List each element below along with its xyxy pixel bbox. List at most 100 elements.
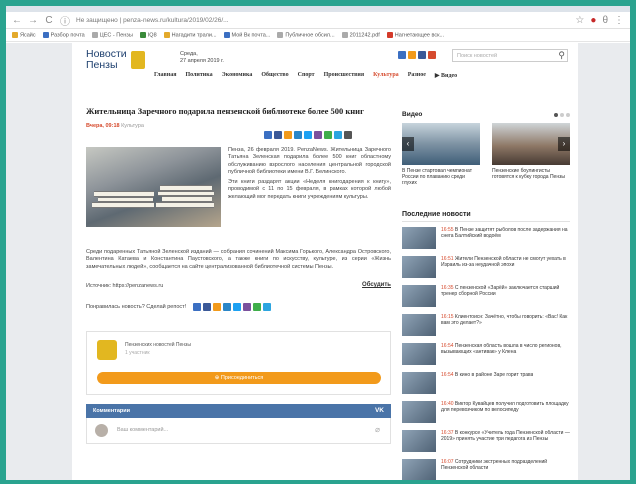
reload-icon[interactable]: C (44, 15, 54, 26)
nav-society[interactable]: Общество (261, 72, 288, 79)
bookmark-icon (341, 31, 348, 38)
print-icon[interactable] (344, 131, 352, 139)
back-icon[interactable]: ← (12, 15, 22, 26)
comment-input[interactable]: Ваш комментарий... (117, 427, 168, 433)
discuss-link[interactable]: Обсудить (362, 282, 391, 288)
video-heading: Видео (402, 111, 570, 119)
bookmark-6[interactable]: Мой Вк почта... (223, 31, 270, 38)
coat-of-arms-icon (130, 51, 145, 69)
video-caption[interactable]: В Пензе стартовал чемпионат России по пл… (402, 168, 480, 186)
nav-politics[interactable]: Политика (185, 72, 212, 79)
ok-share-icon[interactable] (213, 303, 222, 311)
avatar (95, 424, 108, 437)
list-item[interactable]: 16:55 В Пензе защитят рыболов после заде… (402, 227, 570, 253)
bookmark-icon (139, 31, 146, 38)
bookmark-3[interactable]: ЦЕС - Пензы (91, 31, 133, 38)
article-photo (86, 147, 221, 227)
header-social-links (398, 51, 436, 59)
vk-share-icon[interactable] (264, 131, 272, 139)
nav-video[interactable]: ▶ Видео (435, 72, 457, 79)
vk-share-icon[interactable] (193, 303, 202, 311)
bookmark-7[interactable]: Публичное обсил... (277, 31, 335, 38)
group-members: 1 участник (125, 350, 150, 356)
group-name[interactable]: Пензенских новостей Пензы (125, 342, 191, 348)
news-thumbnail (402, 314, 436, 336)
search-input[interactable]: Поиск новостей ⚲ (452, 49, 568, 62)
video-caption[interactable]: Пензенские боулингисты готовятся к кубку… (492, 168, 570, 180)
profile-icon[interactable]: θ (602, 15, 608, 26)
list-item[interactable]: 16:15 Клиентоисн: Зачётно, чтобы говорит… (402, 314, 570, 340)
twitter-share-icon[interactable] (304, 131, 312, 139)
bookmark-9[interactable]: Нагнетающее вск... (386, 31, 444, 38)
chevron-left-icon[interactable]: ‹ (402, 137, 414, 151)
share-icons-top (264, 131, 352, 139)
site-logo[interactable]: Новости Пензы (86, 49, 145, 71)
list-item[interactable]: 16:54 Пензенская область вошла в число р… (402, 343, 570, 369)
vk-icon[interactable] (398, 51, 406, 59)
list-item[interactable]: 16:37 В конкурсе «Учитель года Пензенско… (402, 430, 570, 456)
news-thumbnail (402, 343, 436, 365)
nav-home[interactable]: Главная (154, 72, 176, 79)
carousel-dot[interactable] (560, 113, 564, 117)
bookmark-icon (277, 31, 284, 38)
carousel-dot[interactable] (554, 113, 558, 117)
bookmark-8[interactable]: 2011242.pdf (341, 31, 380, 38)
url-field[interactable]: Не защищено | penza-news.ru/kultura/2019… (76, 17, 569, 24)
facebook-share-icon[interactable] (274, 131, 282, 139)
list-item[interactable]: 16:54 В кино в районе Заре горит трава (402, 372, 570, 398)
nav-sport[interactable]: Спорт (298, 72, 315, 79)
carousel-dot[interactable] (566, 113, 570, 117)
facebook-share-icon[interactable] (203, 303, 212, 311)
news-thumbnail (402, 285, 436, 307)
vk-logo-icon: VK (374, 407, 384, 414)
nav-misc[interactable]: Разное (408, 72, 426, 79)
telegram-share-icon[interactable] (263, 303, 272, 311)
whatsapp-share-icon[interactable] (324, 131, 332, 139)
ok-share-icon[interactable] (284, 131, 292, 139)
bookmarks-bar: Ясайс Разбор почта ЦЕС - Пензы IQ8 Нагад… (6, 29, 630, 42)
news-thumbnail (402, 256, 436, 278)
menu-icon[interactable]: ⋮ (614, 15, 624, 26)
article-meta: Вчера, 09:18 Культура (86, 123, 391, 129)
search-icon[interactable]: ⚲ (558, 50, 565, 61)
viber-share-icon[interactable] (314, 131, 322, 139)
list-item[interactable]: 16:51 Жители Пензенской области не смогу… (402, 256, 570, 282)
forward-icon[interactable]: → (28, 15, 38, 26)
bookmark-4[interactable]: IQ8 (139, 31, 157, 38)
list-item[interactable]: 16:40 Виктор Кувайцев получил подготовит… (402, 401, 570, 427)
whatsapp-share-icon[interactable] (253, 303, 262, 311)
bookmark-icon (223, 31, 230, 38)
nav-incidents[interactable]: Происшествия (324, 72, 364, 79)
twitter-share-icon[interactable] (233, 303, 242, 311)
viber-share-icon[interactable] (243, 303, 252, 311)
star-icon[interactable]: ☆ (575, 15, 584, 26)
nav-culture[interactable]: Культура (373, 72, 399, 79)
page-content: Жительница Заречного подарила пензенской… (72, 93, 578, 480)
bookmark-5[interactable]: Нагадити трали... (163, 31, 217, 38)
attach-icon[interactable]: ⌀ (375, 425, 380, 434)
youtube-icon[interactable] (428, 51, 436, 59)
join-button[interactable]: ⊕ Присоединиться (97, 372, 381, 384)
news-thumbnail (402, 430, 436, 452)
sidebar: Видео ‹ › В Пензе стартовал чемпионат Ро… (402, 111, 570, 480)
facebook-icon[interactable] (418, 51, 426, 59)
list-item[interactable]: 16:07 Сотрудники экстренных подразделени… (402, 459, 570, 480)
article-title: Жительница Заречного подарила пензенской… (86, 106, 364, 116)
article-lead: Пенза, 26 февраля 2019. PenzaNews. Жител… (228, 147, 391, 200)
list-item[interactable]: 16:35 С пензенской «Зарёй» заключается с… (402, 285, 570, 311)
nav-economy[interactable]: Экономика (222, 72, 253, 79)
telegram-share-icon[interactable] (334, 131, 342, 139)
ok-icon[interactable] (408, 51, 416, 59)
group-widget: Пензенских новостей Пензы 1 участник ⊕ П… (86, 331, 391, 395)
extension-icon[interactable]: ● (590, 15, 596, 26)
news-thumbnail (402, 372, 436, 394)
chevron-right-icon[interactable]: › (558, 137, 570, 151)
bookmark-1[interactable]: Ясайс (12, 31, 36, 38)
mailru-share-icon[interactable] (223, 303, 232, 311)
bookmark-2[interactable]: Разбор почта (42, 31, 85, 38)
repost-row: Понравилась новость? Сделай репост! (86, 303, 272, 311)
info-icon[interactable]: ⓘ (60, 13, 70, 28)
site-header: Новости Пензы Среда, 27 апреля 2019 г. П… (72, 43, 578, 93)
article-category[interactable]: Культура (121, 123, 144, 129)
mailru-share-icon[interactable] (294, 131, 302, 139)
